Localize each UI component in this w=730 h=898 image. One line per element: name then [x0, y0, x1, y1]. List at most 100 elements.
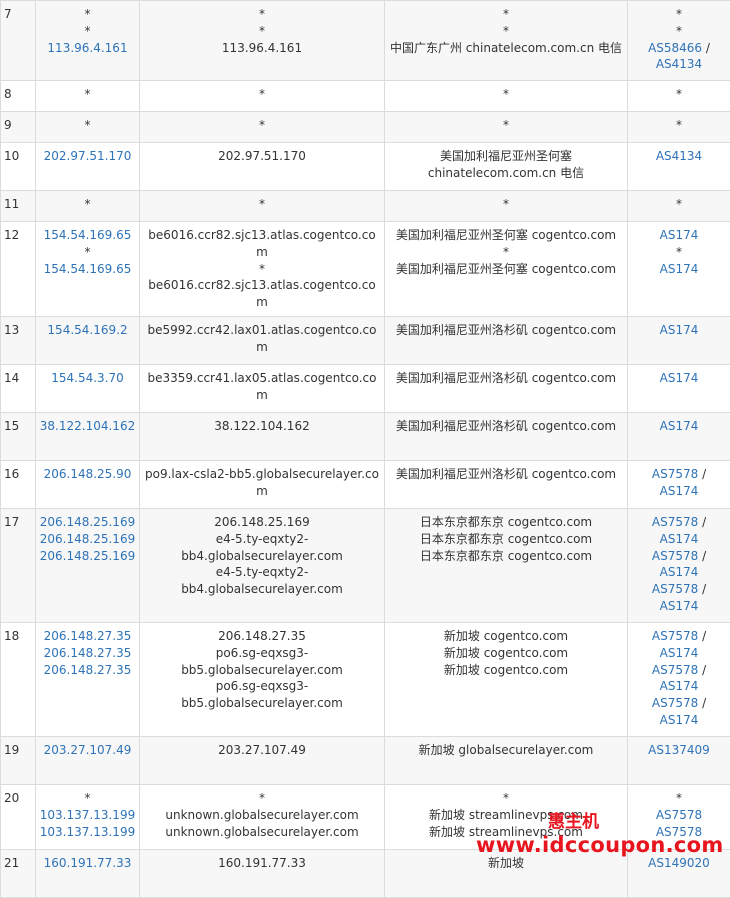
- asn-separator: /: [698, 549, 706, 563]
- asn-link[interactable]: AS174: [660, 419, 699, 433]
- hop-number: 13: [1, 316, 36, 364]
- asn-link[interactable]: AS174: [660, 599, 699, 613]
- asn-link[interactable]: AS7578: [656, 808, 702, 822]
- location-cell: 新加坡: [385, 849, 628, 897]
- asn-link[interactable]: AS7578: [652, 629, 698, 643]
- hop-row: 14154.54.3.70be3359.ccr41.lax05.atlas.co…: [1, 364, 730, 412]
- hop-row: 9****: [1, 112, 730, 143]
- hop-number: 17: [1, 508, 36, 622]
- asn-text: *: [676, 24, 682, 38]
- hop-row: 10202.97.51.170202.97.51.170美国加利福尼亚州圣何塞c…: [1, 143, 730, 191]
- asn-link[interactable]: AS4134: [656, 57, 702, 71]
- ip-link[interactable]: 206.148.27.35: [39, 645, 136, 662]
- ip-link[interactable]: 206.148.25.90: [39, 466, 136, 483]
- asn-link[interactable]: AS174: [660, 565, 699, 579]
- location-text: *: [388, 244, 624, 261]
- asn-link[interactable]: AS7578: [652, 663, 698, 677]
- hostname-text: *: [143, 790, 381, 807]
- asn-link[interactable]: AS7578: [652, 582, 698, 596]
- ip-link[interactable]: 38.122.104.162: [39, 418, 136, 435]
- asn-link[interactable]: AS174: [660, 713, 699, 727]
- hostname-text: be6016.ccr82.sjc13.atlas.cogentco.com: [143, 277, 381, 311]
- hop-row: 20*103.137.13.199103.137.13.199*unknown.…: [1, 784, 730, 849]
- ip-link[interactable]: 206.148.25.169: [39, 548, 136, 565]
- ip-link[interactable]: 202.97.51.170: [39, 148, 136, 165]
- asn-line: AS174: [631, 678, 727, 695]
- asn-link[interactable]: AS174: [660, 532, 699, 546]
- asn-cell: AS174: [628, 316, 730, 364]
- hostname-cell: be6016.ccr82.sjc13.atlas.cogentco.com*be…: [140, 222, 385, 317]
- traceroute-table-body: 7**113.96.4.161**113.96.4.161**中国广东广州 ch…: [1, 1, 730, 898]
- ip-link[interactable]: 154.54.169.2: [39, 322, 136, 339]
- asn-link[interactable]: AS7578: [652, 515, 698, 529]
- asn-line: AS7578 /: [631, 662, 727, 679]
- hop-number: 12: [1, 222, 36, 317]
- asn-line: AS174: [631, 712, 727, 729]
- location-text: chinatelecom.com.cn 电信: [388, 165, 624, 182]
- asn-line: AS7578: [631, 824, 727, 841]
- ip-cell: 154.54.169.65*154.54.169.65: [36, 222, 140, 317]
- ip-link[interactable]: 113.96.4.161: [39, 40, 136, 57]
- hop-row: 1538.122.104.16238.122.104.162美国加利福尼亚州洛杉…: [1, 412, 730, 460]
- asn-cell: AS174: [628, 364, 730, 412]
- asn-link[interactable]: AS174: [660, 484, 699, 498]
- ip-text: *: [39, 23, 136, 40]
- location-cell: 美国加利福尼亚州圣何塞 cogentco.com*美国加利福尼亚州圣何塞 cog…: [385, 222, 628, 317]
- traceroute-table: 7**113.96.4.161**113.96.4.161**中国广东广州 ch…: [0, 0, 730, 898]
- ip-link[interactable]: 206.148.27.35: [39, 662, 136, 679]
- ip-cell: 154.54.3.70: [36, 364, 140, 412]
- asn-line: AS174: [631, 322, 727, 339]
- hostname-text: 160.191.77.33: [143, 855, 381, 872]
- asn-line: AS7578 /: [631, 628, 727, 645]
- location-text: *: [388, 790, 624, 807]
- ip-link[interactable]: 206.148.25.169: [39, 531, 136, 548]
- asn-link[interactable]: AS174: [660, 679, 699, 693]
- hostname-text: 113.96.4.161: [143, 40, 381, 57]
- asn-link[interactable]: AS7578: [652, 549, 698, 563]
- asn-link[interactable]: AS174: [660, 323, 699, 337]
- asn-link[interactable]: AS174: [660, 646, 699, 660]
- asn-link[interactable]: AS149020: [648, 856, 710, 870]
- hostname-text: 203.27.107.49: [143, 742, 381, 759]
- asn-link[interactable]: AS7578: [656, 825, 702, 839]
- ip-cell: *: [36, 112, 140, 143]
- ip-link[interactable]: 154.54.169.65: [39, 227, 136, 244]
- hop-row: 13154.54.169.2be5992.ccr42.lax01.atlas.c…: [1, 316, 730, 364]
- ip-link[interactable]: 103.137.13.199: [39, 807, 136, 824]
- ip-link[interactable]: 154.54.3.70: [39, 370, 136, 387]
- hostname-cell: 202.97.51.170: [140, 143, 385, 191]
- ip-link[interactable]: 203.27.107.49: [39, 742, 136, 759]
- asn-cell: AS174: [628, 412, 730, 460]
- location-text: 美国加利福尼亚州洛杉矶 cogentco.com: [388, 418, 624, 435]
- location-cell: 美国加利福尼亚州洛杉矶 cogentco.com: [385, 460, 628, 508]
- location-cell: 新加坡 cogentco.com新加坡 cogentco.com新加坡 coge…: [385, 622, 628, 736]
- asn-link[interactable]: AS7578: [652, 467, 698, 481]
- asn-cell: *: [628, 112, 730, 143]
- asn-link[interactable]: AS174: [660, 371, 699, 385]
- asn-line: AS174: [631, 227, 727, 244]
- asn-separator: /: [698, 696, 706, 710]
- location-text: 新加坡 streamlinevps.com: [388, 824, 624, 841]
- asn-text: *: [676, 118, 682, 132]
- asn-link[interactable]: AS174: [660, 262, 699, 276]
- asn-text: *: [676, 791, 682, 805]
- asn-line: *: [631, 86, 727, 103]
- location-text: 美国加利福尼亚州圣何塞 cogentco.com: [388, 227, 624, 244]
- asn-text: *: [676, 87, 682, 101]
- asn-link[interactable]: AS137409: [648, 743, 710, 757]
- asn-link[interactable]: AS58466: [648, 41, 702, 55]
- location-text: 美国加利福尼亚州洛杉矶 cogentco.com: [388, 322, 624, 339]
- ip-link[interactable]: 206.148.27.35: [39, 628, 136, 645]
- asn-line: AS174: [631, 598, 727, 615]
- hop-row: 16206.148.25.90po9.lax-csla2-bb5.globals…: [1, 460, 730, 508]
- ip-link[interactable]: 160.191.77.33: [39, 855, 136, 872]
- ip-link[interactable]: 206.148.25.169: [39, 514, 136, 531]
- location-cell: 日本东京都东京 cogentco.com日本东京都东京 cogentco.com…: [385, 508, 628, 622]
- asn-link[interactable]: AS7578: [652, 696, 698, 710]
- ip-link[interactable]: 103.137.13.199: [39, 824, 136, 841]
- location-cell: 美国加利福尼亚州圣何塞chinatelecom.com.cn 电信: [385, 143, 628, 191]
- asn-link[interactable]: AS174: [660, 228, 699, 242]
- asn-link[interactable]: AS4134: [656, 149, 702, 163]
- hostname-cell: 38.122.104.162: [140, 412, 385, 460]
- ip-link[interactable]: 154.54.169.65: [39, 261, 136, 278]
